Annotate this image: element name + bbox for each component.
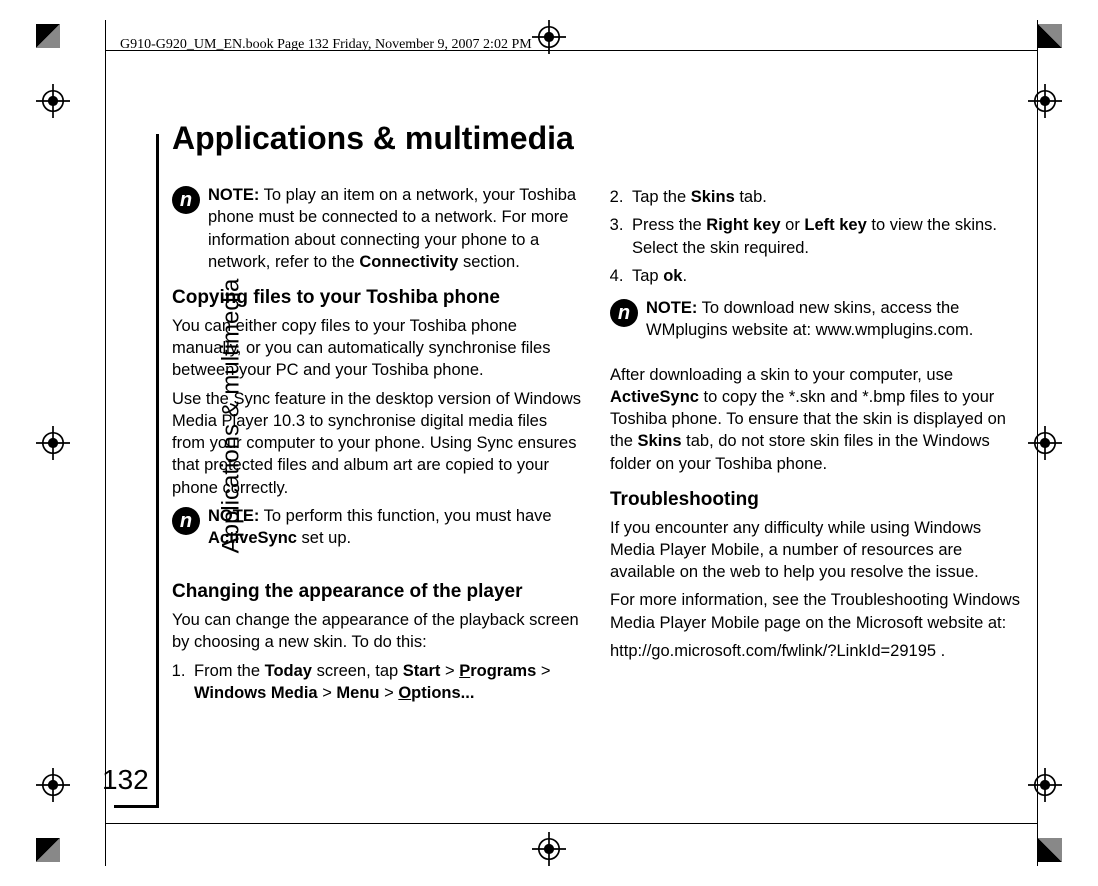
crop-line: [105, 20, 106, 866]
note-block: n NOTE: To perform this function, you mu…: [172, 505, 582, 550]
page-number: 132: [102, 764, 149, 796]
color-target-icon: [36, 838, 60, 862]
list-item: Press the Right key or Left key to view …: [628, 214, 1020, 259]
body-text: For more information, see the Troublesho…: [610, 589, 1020, 634]
body-text: http://go.microsoft.com/fwlink/?LinkId=2…: [610, 640, 1020, 662]
body-text: After downloading a skin to your compute…: [610, 364, 1020, 475]
page-title: Applications & multimedia: [172, 120, 1020, 157]
registration-mark-icon: [1028, 768, 1062, 802]
ordered-list: From the Today screen, tap Start > Progr…: [172, 660, 582, 705]
registration-mark-icon: [532, 20, 566, 54]
note-icon: n: [172, 186, 200, 214]
column-left: n NOTE: To play an item on a network, yo…: [172, 184, 582, 710]
frame-rule-vertical: [156, 134, 159, 808]
note-icon: n: [172, 507, 200, 535]
note-text: NOTE: To download new skins, access the …: [646, 297, 1020, 342]
note-text: NOTE: To play an item on a network, your…: [208, 184, 582, 273]
note-block: n NOTE: To play an item on a network, yo…: [172, 184, 582, 273]
registration-mark-icon: [1028, 84, 1062, 118]
registration-mark-icon: [532, 832, 566, 866]
frame-rule-horizontal: [114, 805, 158, 808]
registration-mark-icon: [36, 426, 70, 460]
note-block: n NOTE: To download new skins, access th…: [610, 297, 1020, 342]
page-content-frame: Applications & multimedia 132 Applicatio…: [120, 92, 1020, 792]
heading-copying: Copying files to your Toshiba phone: [172, 285, 582, 311]
ordered-list-continued: Tap the Skins tab. Press the Right key o…: [610, 186, 1020, 287]
column-right: Tap the Skins tab. Press the Right key o…: [610, 184, 1020, 710]
heading-changing-appearance: Changing the appearance of the player: [172, 579, 582, 605]
note-text: NOTE: To perform this function, you must…: [208, 505, 582, 550]
list-item: From the Today screen, tap Start > Progr…: [190, 660, 582, 705]
registration-mark-icon: [36, 84, 70, 118]
body-text: You can either copy files to your Toshib…: [172, 315, 582, 382]
crop-line: [105, 823, 1038, 824]
color-target-icon: [1038, 24, 1062, 48]
color-target-icon: [36, 24, 60, 48]
body-text: Use the Sync feature in the desktop vers…: [172, 388, 582, 499]
heading-troubleshooting: Troubleshooting: [610, 487, 1020, 513]
color-target-icon: [1038, 838, 1062, 862]
crop-line: [105, 50, 1038, 51]
body-text: You can change the appearance of the pla…: [172, 609, 582, 654]
note-icon: n: [610, 299, 638, 327]
registration-mark-icon: [36, 768, 70, 802]
list-item: Tap the Skins tab.: [628, 186, 1020, 208]
list-item: Tap ok.: [628, 265, 1020, 287]
registration-mark-icon: [1028, 426, 1062, 460]
body-text: If you encounter any difficulty while us…: [610, 517, 1020, 584]
